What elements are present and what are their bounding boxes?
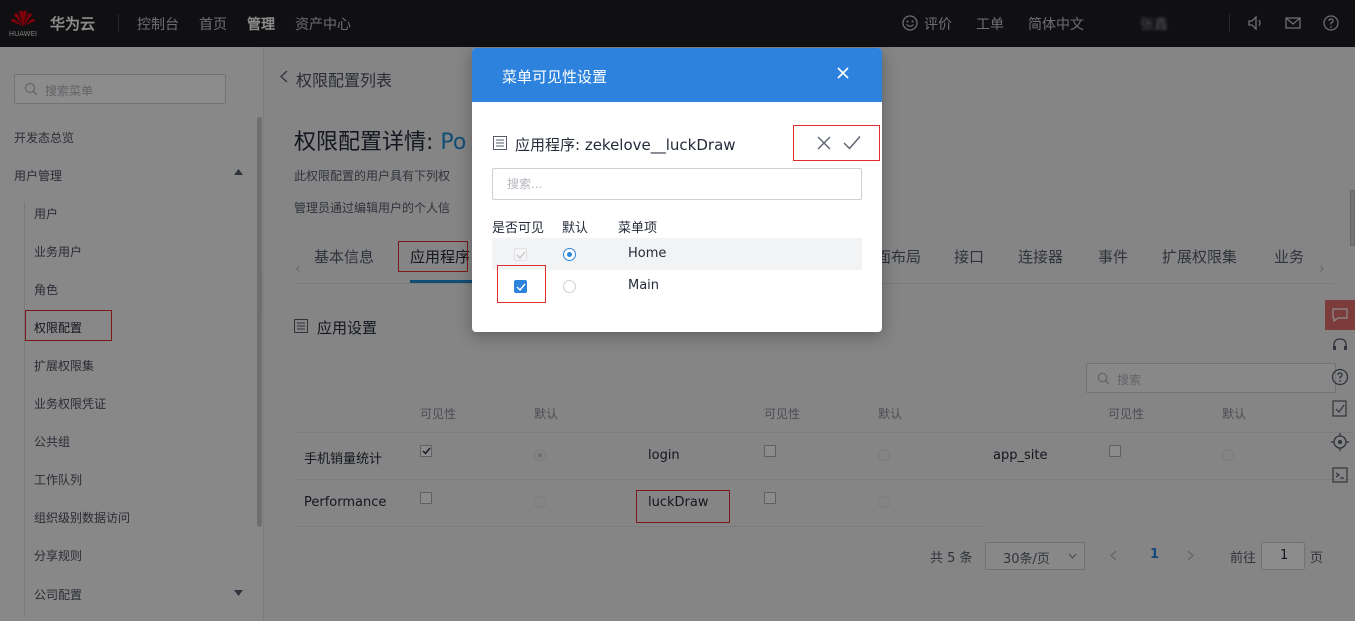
main-default-radio[interactable] — [563, 280, 576, 293]
dialog-search-field[interactable] — [493, 169, 861, 199]
col-menu-item: 菜单项 — [618, 221, 658, 236]
dialog-title: 菜单可见性设置 — [502, 68, 608, 86]
col-default: 默认 — [562, 221, 589, 236]
dialog-header: 菜单可见性设置 — [472, 48, 882, 102]
menu-item-row[interactable]: Main — [492, 270, 862, 302]
highlight-box — [793, 125, 880, 161]
col-visible: 是否可见 — [492, 221, 545, 236]
menu-item-label: Home — [628, 246, 667, 261]
dialog-search-input[interactable] — [492, 168, 862, 200]
menu-item-row[interactable]: Home — [492, 238, 862, 270]
check-icon — [516, 251, 526, 259]
highlight-box — [497, 265, 546, 303]
dialog-app-label: 应用程序: zekelove__luckDraw — [515, 136, 736, 154]
home-default-radio[interactable] — [563, 248, 576, 261]
menu-item-label: Main — [628, 278, 660, 293]
list-icon — [493, 136, 507, 150]
close-icon[interactable] — [836, 66, 850, 80]
home-visible-checkbox — [514, 248, 527, 261]
